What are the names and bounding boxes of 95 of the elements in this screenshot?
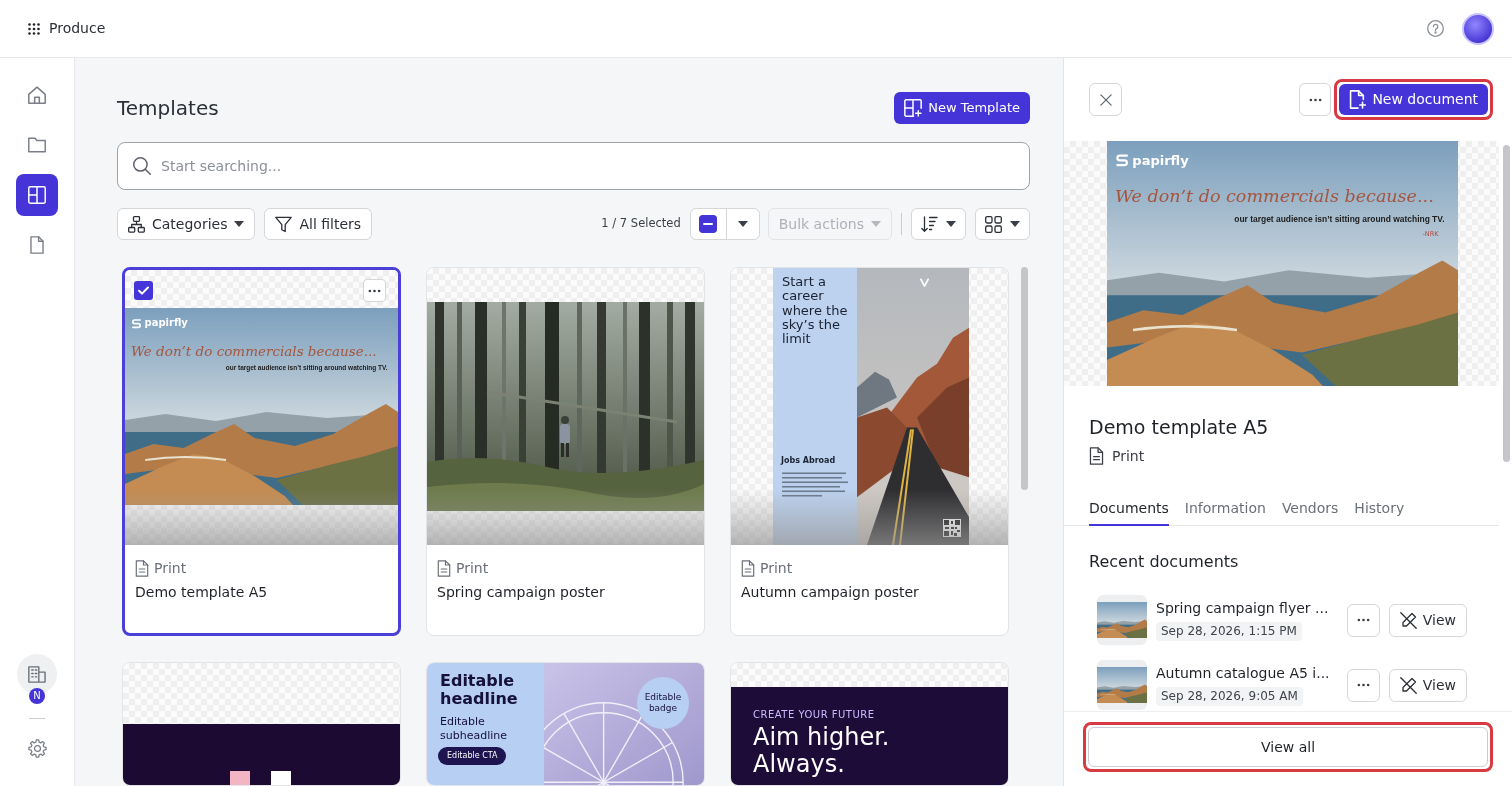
layout-icon xyxy=(28,186,46,204)
caret-icon xyxy=(737,221,748,227)
ellipsis-icon xyxy=(1308,97,1322,102)
square-shape xyxy=(230,771,250,785)
hierarchy-icon xyxy=(128,215,145,233)
home-icon xyxy=(28,86,46,104)
template-subheadline: Editable subheadline xyxy=(440,715,508,744)
search-icon xyxy=(133,157,151,175)
logo-icon xyxy=(1114,153,1130,168)
avatar[interactable] xyxy=(1462,12,1494,45)
grid-view-icon xyxy=(985,215,1002,233)
workspace-badge: N xyxy=(29,688,45,704)
template-title: Spring campaign poster xyxy=(437,583,606,602)
sort-button[interactable] xyxy=(911,208,966,240)
panel-tab[interactable]: Vendors xyxy=(1281,488,1339,526)
section-title: Recent documents xyxy=(1089,551,1240,573)
template-title: Autumn campaign poster xyxy=(741,583,920,602)
panel-tab[interactable]: Documents xyxy=(1089,488,1169,526)
ellipsis-icon xyxy=(368,288,381,293)
template-type: Print xyxy=(1112,447,1145,466)
settings-icon[interactable] xyxy=(27,739,47,758)
document-icon xyxy=(741,559,755,577)
template-card[interactable]: Print Spring campaign poster xyxy=(426,267,705,636)
call-to-action: Editable CTA xyxy=(438,747,507,765)
square-shape xyxy=(271,771,291,785)
template-title: Demo template A5 xyxy=(1089,415,1270,439)
panel-tab[interactable]: History xyxy=(1354,488,1405,526)
crossed-pen-icon xyxy=(1399,611,1417,629)
app-name: Produce xyxy=(49,19,106,38)
document-thumbnail xyxy=(1097,595,1147,645)
folder-icon xyxy=(28,136,46,154)
select-checkbox[interactable] xyxy=(134,281,153,300)
document-icon xyxy=(135,559,149,577)
logo-icon xyxy=(131,317,142,329)
brand-name: papirfly xyxy=(1132,152,1189,169)
template-type: Print xyxy=(456,559,489,578)
template-card[interactable] xyxy=(122,662,401,786)
eyebrow-text: CREATE YOUR FUTURE xyxy=(753,708,875,722)
filter-icon xyxy=(275,215,293,233)
help-icon[interactable] xyxy=(1427,20,1444,37)
close-icon xyxy=(1099,93,1112,106)
text-lines-drawing xyxy=(782,472,848,497)
scrollbar-thumb[interactable] xyxy=(1503,145,1510,462)
brand-name: papirfly xyxy=(144,317,188,329)
ad-subline: our target audience isn’t sitting around watching TV. xyxy=(1234,214,1445,225)
template-title: Demo template A5 xyxy=(135,583,269,602)
file-icon xyxy=(28,236,46,254)
layout-plus-icon xyxy=(904,99,923,117)
building-icon xyxy=(28,665,46,683)
more-button[interactable] xyxy=(363,279,386,302)
document-name[interactable]: Autumn catalogue A5 i... xyxy=(1156,663,1338,683)
page-title: Templates xyxy=(117,95,219,122)
sort-icon xyxy=(921,216,938,232)
template-card[interactable]: Editable headline Editable subheadline Editable CTA Editable badge xyxy=(426,662,705,786)
poster-headline: Start a career where the sky’s the limit xyxy=(781,273,849,347)
ad-headline: We don’t do commercials because... xyxy=(1114,186,1434,208)
new-template-button[interactable]: New Template xyxy=(894,92,1030,124)
file-plus-icon xyxy=(1349,90,1367,109)
template-type: Print xyxy=(760,559,793,578)
view-mode-button[interactable] xyxy=(975,208,1030,240)
ellipsis-icon xyxy=(1356,618,1370,622)
sidebar-nav-item[interactable] xyxy=(16,174,58,216)
document-icon xyxy=(437,559,451,577)
document-name[interactable]: Spring campaign flyer ... xyxy=(1156,598,1338,618)
document-date: Sep 28, 2026, 1:15 PM xyxy=(1156,621,1302,641)
caret-icon xyxy=(946,221,956,227)
select-all-checkbox[interactable] xyxy=(699,215,718,233)
ellipsis-icon xyxy=(1356,683,1370,687)
new-document-button[interactable]: New document xyxy=(1339,84,1488,115)
template-headline: Editable headline xyxy=(440,672,519,709)
scrollbar-thumb[interactable] xyxy=(1021,267,1028,490)
caret-icon xyxy=(871,221,881,227)
qr-code-icon xyxy=(943,519,961,537)
filters-button[interactable]: All filters xyxy=(264,208,373,240)
document-date: Sep 28, 2026, 9:05 AM xyxy=(1156,686,1303,706)
document-icon xyxy=(1089,447,1104,465)
ad-headline: We don’t do commercials because... xyxy=(131,342,377,359)
template-card[interactable]: Start a career where the sky’s the limit Jobs Abroad Print Autumn campaign poster xyxy=(730,267,1009,636)
view-button[interactable]: View xyxy=(1388,668,1467,702)
select-split-button[interactable] xyxy=(689,208,760,240)
section-heading: Jobs Abroad xyxy=(781,456,836,466)
categories-dropdown[interactable]: Categories xyxy=(117,208,256,240)
panel-tab[interactable]: Information xyxy=(1184,488,1266,526)
search-field[interactable]: Start searching... xyxy=(117,142,1030,190)
crossed-pen-icon xyxy=(1399,676,1417,694)
banner-headline: Aim higher. Always. xyxy=(753,724,891,778)
caret-icon xyxy=(1010,221,1020,227)
view-button[interactable]: View xyxy=(1388,603,1467,637)
template-type: Print xyxy=(154,559,187,578)
app-grid-icon[interactable] xyxy=(28,22,40,35)
template-card[interactable]: CREATE YOUR FUTURE Aim higher. Always. xyxy=(730,662,1009,786)
selection-count: 1 / 7 Selected xyxy=(601,215,681,233)
view-all-button[interactable]: View all xyxy=(1088,727,1488,767)
caret-icon xyxy=(234,221,245,227)
logo-icon xyxy=(920,278,929,287)
